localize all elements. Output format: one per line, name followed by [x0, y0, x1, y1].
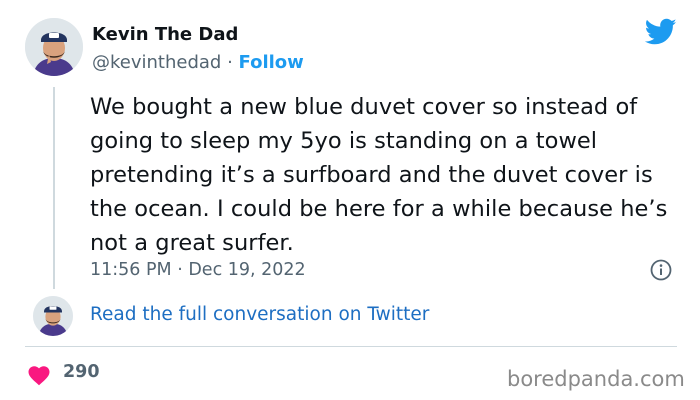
- like-count: 290: [63, 362, 100, 382]
- avatar-image: [25, 18, 83, 76]
- follow-button[interactable]: Follow: [239, 52, 304, 73]
- divider: [25, 346, 677, 347]
- twitter-bird-icon[interactable]: [645, 18, 677, 46]
- author-handle[interactable]: @kevinthedad: [92, 52, 221, 73]
- info-icon[interactable]: [650, 259, 672, 281]
- read-full-conversation-link[interactable]: Read the full conversation on Twitter: [90, 303, 429, 327]
- thread-line: [53, 87, 55, 289]
- author-block: Kevin The Dad @kevinthedad · Follow: [92, 24, 304, 74]
- watermark: boredpanda.com: [507, 367, 685, 391]
- avatar[interactable]: [25, 18, 83, 76]
- tweet-text: We bought a new blue duvet cover so inst…: [90, 94, 668, 256]
- tweet-timestamp[interactable]: 11:56 PM · Dec 19, 2022: [90, 258, 306, 282]
- avatar-small-image: [33, 296, 73, 336]
- author-handle-row: @kevinthedad · Follow: [92, 52, 304, 74]
- handle-separator: ·: [221, 52, 239, 73]
- avatar-small[interactable]: [33, 296, 73, 336]
- heart-icon[interactable]: [27, 364, 51, 386]
- author-display-name[interactable]: Kevin The Dad: [92, 24, 304, 46]
